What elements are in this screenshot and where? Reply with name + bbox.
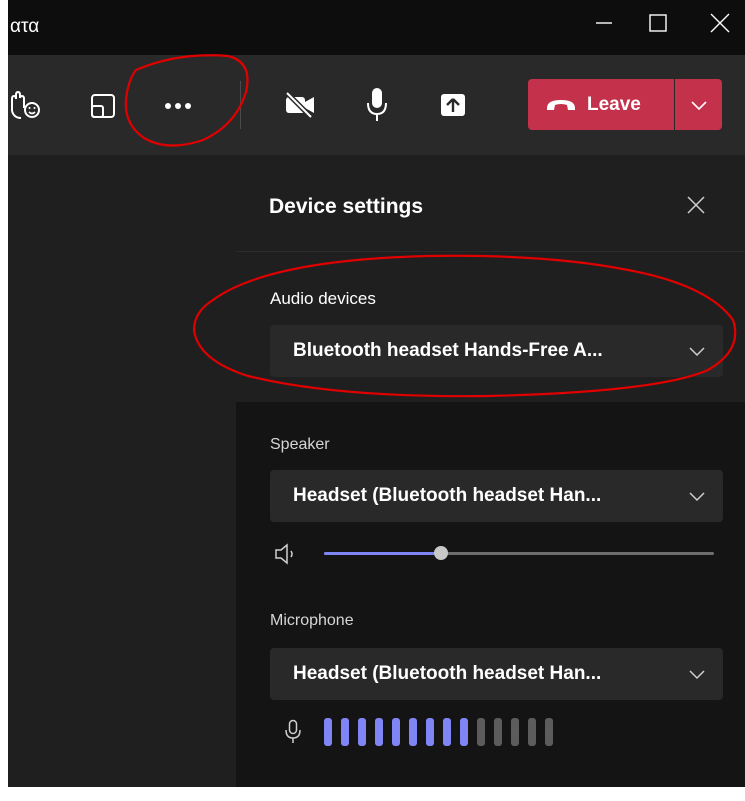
- close-icon: [687, 196, 705, 214]
- mic-level-bar: [460, 718, 468, 746]
- window-title: ατα: [10, 16, 40, 37]
- mic-level-bar: [511, 718, 519, 746]
- share-tray-button[interactable]: [88, 91, 118, 121]
- meeting-stage: [8, 155, 236, 787]
- maximize-icon: [649, 14, 667, 32]
- more-options-button[interactable]: [160, 93, 196, 119]
- camera-button[interactable]: [282, 89, 318, 121]
- panel-title: Device settings: [269, 195, 424, 218]
- device-settings-panel: Device settings Audio devices Bluetooth …: [236, 155, 745, 787]
- mic-level-meter: [324, 718, 553, 746]
- speaker-label: Speaker: [270, 436, 330, 453]
- mic-level-bar: [341, 718, 349, 746]
- mic-level-bar: [494, 718, 502, 746]
- speaker-dropdown[interactable]: Headset (Bluetooth headset Han...: [270, 470, 723, 522]
- microphone-button[interactable]: [364, 85, 390, 125]
- slider-fill: [324, 552, 441, 555]
- chevron-down-icon: [685, 662, 709, 686]
- teams-window: ατα Leave Device settings Audio devices …: [8, 0, 745, 787]
- leave-label: Leave: [587, 93, 641, 115]
- toolbar-separator: [240, 81, 241, 129]
- microphone-dropdown[interactable]: Headset (Bluetooth headset Han...: [270, 648, 723, 700]
- microphone-icon: [367, 88, 387, 121]
- mic-level-bar: [375, 718, 383, 746]
- audio-devices-value: Bluetooth headset Hands-Free A...: [293, 340, 603, 361]
- microphone-label: Microphone: [270, 612, 354, 629]
- mic-level-bar: [426, 718, 434, 746]
- maximize-button[interactable]: [635, 4, 681, 42]
- minimize-button[interactable]: [581, 4, 627, 42]
- hang-up-icon: [547, 99, 575, 110]
- audio-devices-label: Audio devices: [270, 289, 376, 308]
- mic-level-bar: [392, 718, 400, 746]
- audio-devices-dropdown[interactable]: Bluetooth headset Hands-Free A...: [270, 325, 723, 377]
- more-options-icon: [165, 103, 191, 109]
- leave-options-button[interactable]: [675, 79, 722, 130]
- share-screen-button[interactable]: [438, 91, 468, 119]
- title-bar: ατα: [8, 0, 745, 55]
- close-panel-button[interactable]: [682, 191, 710, 219]
- chevron-down-icon: [685, 339, 709, 363]
- chevron-down-icon: [690, 100, 707, 110]
- slider-thumb[interactable]: [434, 546, 448, 560]
- leave-button[interactable]: Leave: [528, 79, 674, 130]
- close-icon: [710, 13, 730, 33]
- speaker-volume-slider[interactable]: [324, 546, 714, 560]
- chevron-down-icon: [685, 484, 709, 508]
- mic-level-bar: [409, 718, 417, 746]
- share-tray-icon: [91, 94, 115, 118]
- mic-level-bar: [324, 718, 332, 746]
- speaker-value: Headset (Bluetooth headset Han...: [293, 485, 602, 506]
- speaker-volume-icon: [274, 543, 300, 570]
- reactions-button[interactable]: [8, 87, 42, 123]
- mic-level-bar: [443, 718, 451, 746]
- mic-level-bar: [477, 718, 485, 746]
- share-screen-icon: [441, 94, 465, 116]
- react-icon: [11, 90, 40, 119]
- panel-header: Device settings: [236, 155, 745, 252]
- mic-level-bar: [545, 718, 553, 746]
- camera-off-icon: [285, 91, 314, 119]
- mic-level-icon: [284, 719, 302, 750]
- microphone-value: Headset (Bluetooth headset Han...: [293, 663, 602, 684]
- close-window-button[interactable]: [697, 4, 743, 42]
- meeting-toolbar: Leave: [8, 55, 745, 155]
- minimize-icon: [596, 22, 612, 24]
- audio-devices-section: Audio devices Bluetooth headset Hands-Fr…: [236, 252, 745, 402]
- mic-level-bar: [358, 718, 366, 746]
- mic-level-bar: [528, 718, 536, 746]
